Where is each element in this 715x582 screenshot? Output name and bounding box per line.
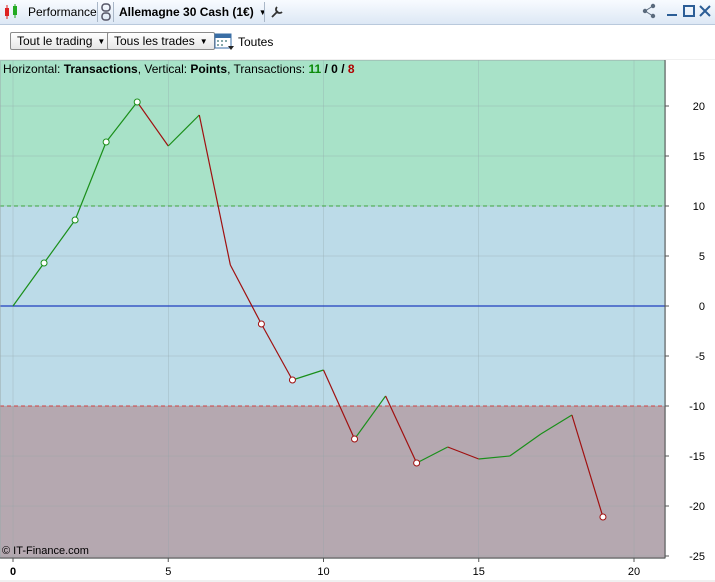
trading-filter-label: Tout le trading bbox=[17, 34, 93, 48]
credit-text: © IT-Finance.com bbox=[2, 545, 89, 557]
performance-tab[interactable]: Performance bbox=[28, 0, 97, 24]
x-tick-label: 0 bbox=[10, 566, 16, 578]
y-tick-label: 15 bbox=[693, 151, 705, 163]
calendar-icon[interactable] bbox=[214, 31, 234, 51]
divider bbox=[264, 2, 265, 22]
maximize-icon[interactable] bbox=[681, 3, 697, 19]
y-tick-label: 10 bbox=[693, 201, 705, 213]
data-point bbox=[599, 513, 607, 521]
instrument-selector[interactable]: Allemagne 30 Cash (1€) ▼ bbox=[119, 0, 267, 24]
loss-zone bbox=[0, 406, 665, 558]
chart-header: Horizontal: Transactions, Vertical: Poin… bbox=[3, 62, 355, 76]
x-tick-label: 15 bbox=[473, 566, 485, 578]
y-tick-label: -25 bbox=[689, 551, 705, 563]
horizontal-label: Horizontal: bbox=[3, 62, 64, 76]
instrument-name: Allemagne 30 Cash (1€) bbox=[119, 5, 254, 19]
data-point bbox=[40, 259, 48, 267]
x-tick-label: 10 bbox=[317, 566, 329, 578]
chevron-down-icon: ▼ bbox=[97, 36, 106, 46]
y-tick-label: 5 bbox=[699, 251, 705, 263]
y-tick-label: 20 bbox=[693, 101, 705, 113]
data-point bbox=[133, 98, 141, 106]
vertical-label: , Vertical: bbox=[137, 62, 191, 76]
profit-zone bbox=[0, 60, 665, 206]
performance-chart: 20 15 10 5 0 -5 -10 -15 -20 -25 0 5 10 15 20 bbox=[0, 60, 715, 580]
trades-filter-dropdown[interactable]: Tous les trades ▼ bbox=[107, 32, 215, 50]
link-icon[interactable] bbox=[100, 0, 112, 24]
slash: / bbox=[321, 62, 332, 76]
y-tick-label: -20 bbox=[689, 501, 705, 513]
divider bbox=[97, 2, 98, 22]
chevron-down-icon: ▼ bbox=[258, 7, 267, 17]
data-point bbox=[288, 376, 296, 384]
slash: / bbox=[337, 62, 348, 76]
y-tick-label: -10 bbox=[689, 401, 705, 413]
x-tick-label: 20 bbox=[628, 566, 640, 578]
data-point bbox=[351, 435, 359, 443]
transactions-label: , Transactions: bbox=[227, 62, 309, 76]
wrench-icon[interactable] bbox=[270, 0, 284, 24]
trades-filter-label: Tous les trades bbox=[114, 34, 195, 48]
chevron-down-icon: ▼ bbox=[199, 36, 208, 46]
period-label[interactable]: Toutes bbox=[238, 35, 273, 49]
data-point bbox=[413, 459, 421, 467]
data-point bbox=[102, 138, 110, 146]
candles-icon[interactable] bbox=[3, 0, 21, 24]
wins-count: 11 bbox=[308, 62, 322, 76]
close-icon[interactable] bbox=[697, 3, 713, 19]
share-icon[interactable] bbox=[641, 3, 657, 19]
data-point bbox=[257, 320, 265, 328]
y-tick-label: 0 bbox=[699, 301, 705, 313]
y-tick-label: -15 bbox=[689, 451, 705, 463]
minimize-icon[interactable] bbox=[664, 3, 680, 19]
title-bar: Performance Allemagne 30 Cash (1€) ▼ bbox=[0, 0, 715, 25]
neutral-count: 0 bbox=[331, 62, 338, 76]
divider bbox=[113, 2, 114, 22]
x-tick-label: 5 bbox=[165, 566, 171, 578]
losses-count: 8 bbox=[347, 62, 355, 76]
data-point bbox=[71, 216, 79, 224]
trading-filter-dropdown[interactable]: Tout le trading ▼ bbox=[10, 32, 113, 50]
horizontal-value: Transactions bbox=[63, 62, 138, 76]
vertical-value: Points bbox=[190, 62, 228, 76]
y-tick-label: -5 bbox=[695, 351, 705, 363]
